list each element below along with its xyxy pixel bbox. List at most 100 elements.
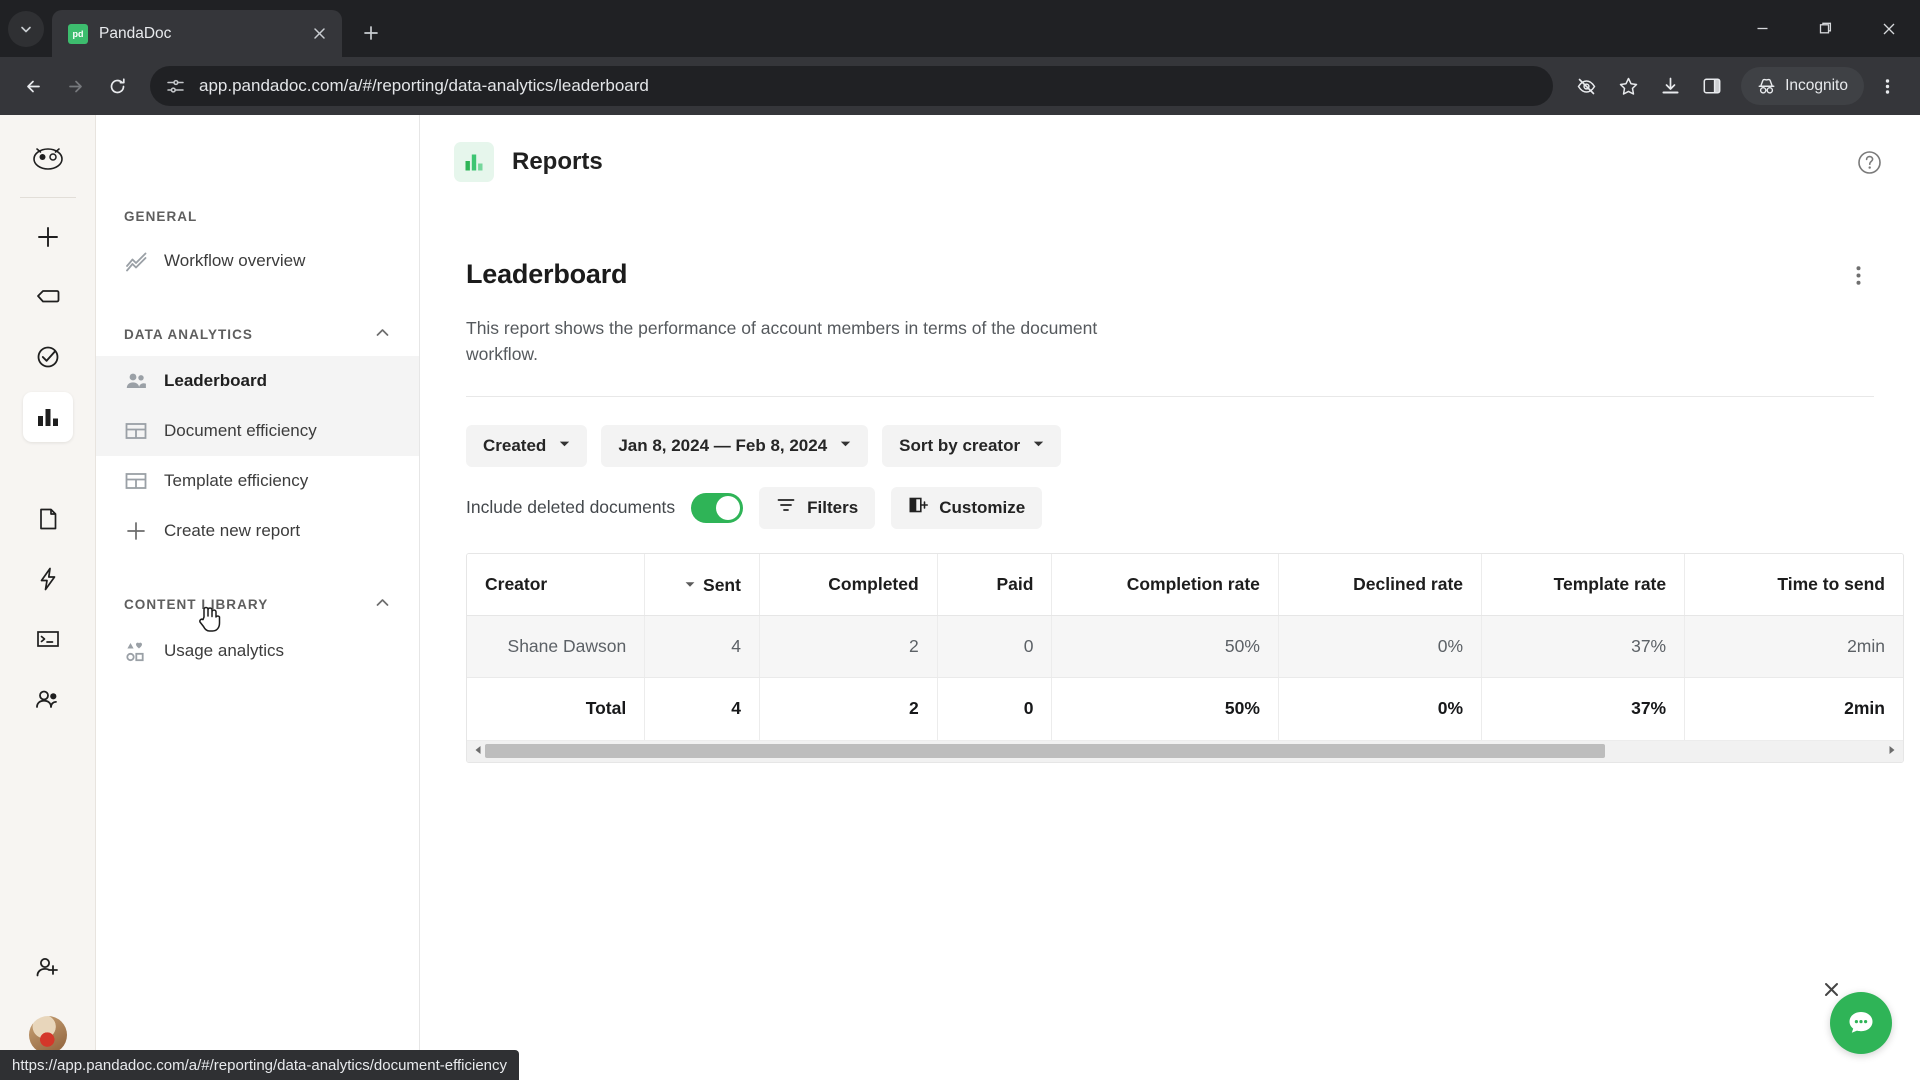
date-type-dropdown[interactable]: Created (466, 424, 588, 467)
table-body: Shane Dawson 4 2 0 50% 0% 37% 2min Total (467, 615, 1903, 740)
tab-search-button[interactable] (8, 11, 44, 47)
address-bar[interactable]: app.pandadoc.com/a/#/reporting/data-anal… (150, 66, 1554, 106)
rail-item-home[interactable] (23, 272, 73, 322)
rail-item-documents[interactable] (23, 494, 73, 544)
incognito-indicator[interactable]: Incognito (1741, 67, 1864, 105)
window-controls (1731, 0, 1920, 57)
chevron-down-icon (840, 440, 851, 451)
rail-item-contacts[interactable] (23, 674, 73, 724)
report-description: This report shows the performance of acc… (466, 318, 1098, 365)
chevron-down-icon (559, 440, 570, 451)
sidebar-item-leaderboard[interactable]: Leaderboard (96, 356, 419, 406)
column-header-completed[interactable]: Completed (759, 553, 938, 616)
window-minimize-button[interactable] (1731, 0, 1794, 57)
status-url-text: https://app.pandadoc.com/a/#/reporting/d… (12, 1056, 508, 1074)
column-header-paid[interactable]: Paid (937, 553, 1053, 616)
table-row[interactable]: Shane Dawson 4 2 0 50% 0% 37% 2min (467, 615, 1903, 678)
cell-time-to-send: 2min (1684, 615, 1903, 678)
include-deleted-toggle[interactable] (691, 492, 744, 523)
tab-strip: pd PandaDoc (0, 0, 1920, 57)
tag-pentagon-icon (36, 290, 59, 303)
rail-item-invite-user[interactable] (23, 942, 73, 992)
cell-template-rate: 37% (1481, 615, 1686, 678)
date-range-dropdown[interactable]: Jan 8, 2024 — Feb 8, 2024 (601, 424, 869, 467)
new-tab-button[interactable] (354, 16, 388, 50)
column-label: Completion rate (1126, 573, 1260, 594)
sidebar-item-usage-analytics[interactable]: Usage analytics (96, 626, 419, 676)
column-header-declined-rate[interactable]: Declined rate (1278, 553, 1483, 616)
forward-button[interactable] (56, 67, 94, 105)
report-content: Leaderboard This report shows the perfor… (420, 209, 1920, 1080)
date-type-label: Created (483, 435, 547, 455)
eye-slash-icon (1577, 78, 1595, 94)
filters-button[interactable]: Filters (759, 486, 876, 529)
back-button[interactable] (14, 67, 52, 105)
column-header-creator[interactable]: Creator (467, 553, 646, 616)
browser-toolbar: app.pandadoc.com/a/#/reporting/data-anal… (0, 57, 1920, 115)
sidebar-group-general: GENERAL (96, 209, 419, 224)
customize-button[interactable]: Customize (891, 486, 1043, 529)
filter-icon (776, 495, 796, 520)
sort-dropdown[interactable]: Sort by creator (882, 424, 1062, 467)
rail-item-automation[interactable] (23, 554, 73, 604)
date-range-label: Jan 8, 2024 — Feb 8, 2024 (618, 435, 828, 455)
scroll-right-arrow[interactable] (1885, 745, 1899, 757)
column-header-time-to-send[interactable]: Time to send (1684, 553, 1903, 616)
rail-item-forms[interactable] (23, 614, 73, 664)
rail-item-create-new[interactable] (23, 212, 73, 262)
sidebar-item-create-new-report[interactable]: Create new report (96, 506, 419, 556)
kebab-menu-icon (1856, 265, 1860, 285)
sidebar-group-content-library[interactable]: CONTENT LIBRARY (96, 594, 419, 614)
close-icon (1824, 982, 1838, 996)
column-label: Completed (828, 573, 919, 594)
trend-line-icon (124, 249, 148, 273)
sidebar-group-label: DATA ANALYTICS (124, 326, 253, 342)
plus-icon (364, 26, 378, 40)
chevron-up-icon[interactable] (374, 594, 391, 614)
scroll-left-arrow[interactable] (471, 745, 485, 757)
cell-total-time-to-send: 2min (1684, 677, 1903, 740)
chat-widget-button[interactable] (1830, 992, 1892, 1054)
cell-total-label: Total (467, 677, 646, 740)
sidebar-group-data-analytics[interactable]: DATA ANALYTICS (96, 324, 419, 344)
reload-button[interactable] (98, 67, 136, 105)
side-panel-button[interactable] (1693, 67, 1731, 105)
people-icon (36, 690, 57, 708)
chat-close-button[interactable] (1820, 978, 1842, 1000)
pandadoc-logo-icon[interactable] (24, 133, 72, 181)
scrollbar-thumb[interactable] (485, 744, 1605, 758)
star-icon (1619, 77, 1637, 95)
sidebar-item-document-efficiency[interactable]: Document efficiency (96, 406, 419, 456)
browser-tab[interactable]: pd PandaDoc (52, 10, 342, 57)
bookmark-button[interactable] (1609, 67, 1647, 105)
sidebar-item-workflow-overview[interactable]: Workflow overview (96, 236, 419, 286)
report-menu-button[interactable] (1842, 259, 1874, 291)
rail-item-reports[interactable] (22, 392, 73, 442)
plus-icon (124, 519, 148, 543)
cell-completion-rate: 50% (1051, 615, 1279, 678)
toggle-knob (716, 495, 741, 520)
scrollbar-track[interactable] (485, 744, 1885, 758)
column-header-template-rate[interactable]: Template rate (1481, 553, 1686, 616)
table-horizontal-scrollbar[interactable] (467, 739, 1903, 762)
column-label: Time to send (1777, 573, 1885, 594)
window-maximize-button[interactable] (1794, 0, 1857, 57)
tracking-protection-button[interactable] (1567, 67, 1605, 105)
downloads-button[interactable] (1651, 67, 1689, 105)
help-circle-icon[interactable] (1852, 145, 1886, 179)
shapes-icon (124, 639, 148, 663)
sort-desc-icon (685, 580, 695, 591)
rail-item-tasks[interactable] (23, 332, 73, 382)
browser-window: pd PandaDoc app.pandadoc.com/a/#/reporti… (0, 0, 1920, 1080)
column-header-completion-rate[interactable]: Completion rate (1051, 553, 1279, 616)
tab-close-button[interactable] (306, 21, 332, 47)
table-total-row: Total 4 2 0 50% 0% 37% 2min (467, 677, 1903, 740)
avatar[interactable] (28, 1016, 67, 1054)
app-header: Reports (420, 115, 1920, 209)
window-close-button[interactable] (1857, 0, 1920, 57)
browser-menu-button[interactable] (1868, 67, 1906, 105)
column-header-sent[interactable]: Sent (644, 553, 760, 616)
sidebar-item-template-efficiency[interactable]: Template efficiency (96, 456, 419, 506)
chevron-up-icon[interactable] (374, 324, 391, 344)
maximize-icon (1819, 22, 1832, 34)
